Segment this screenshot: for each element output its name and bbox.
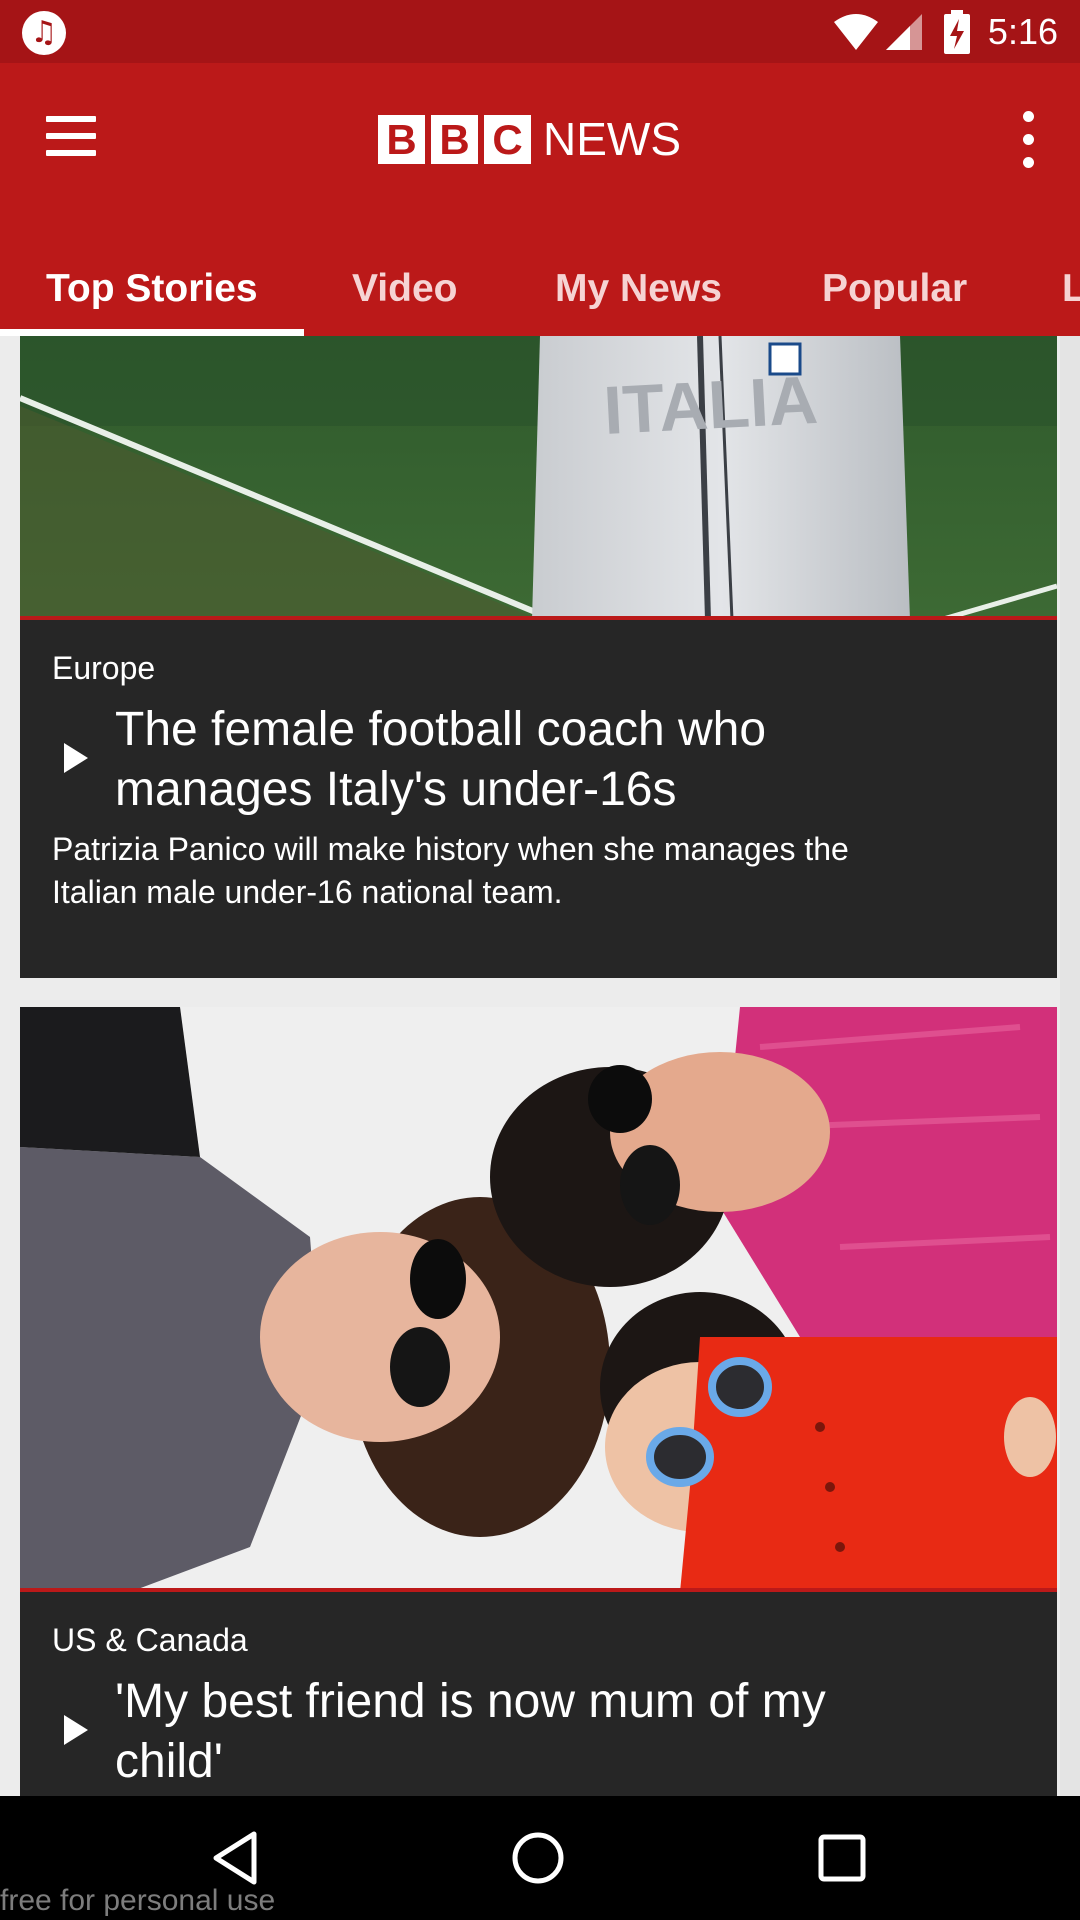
tab-top-stories[interactable]: Top Stories xyxy=(46,249,258,336)
bbc-news-logo: B B C NEWS xyxy=(378,113,681,165)
back-icon[interactable] xyxy=(204,1826,268,1890)
section-tabs: Top Stories Video My News Popular L xyxy=(0,249,1080,336)
play-icon xyxy=(64,743,88,773)
tab-partial[interactable]: L xyxy=(1062,249,1080,336)
battery-charging-icon xyxy=(943,10,970,54)
tab-video[interactable]: Video xyxy=(352,249,457,336)
brand-word: NEWS xyxy=(543,113,681,165)
play-icon xyxy=(64,1715,88,1745)
story-image: ITALIA xyxy=(20,336,1057,620)
hamburger-menu-icon[interactable] xyxy=(40,111,102,167)
signal-icon xyxy=(885,14,922,50)
story-section[interactable]: Europe xyxy=(52,650,155,687)
tab-popular[interactable]: Popular xyxy=(822,249,967,336)
status-bar: ♫ 5:16 xyxy=(0,0,1080,63)
navigation-bar: free for personal use xyxy=(0,1796,1080,1920)
wifi-icon xyxy=(833,14,878,50)
app-bar: B B C NEWS Top Stories Video My News Pop… xyxy=(0,63,1080,336)
story-title[interactable]: 'My best friend is now mum of my child' xyxy=(115,1672,1015,1792)
story-card[interactable]: US & Canada 'My best friend is now mum o… xyxy=(20,1007,1057,1796)
home-icon[interactable] xyxy=(506,1826,570,1890)
story-title[interactable]: The female football coach who manages It… xyxy=(115,700,1015,820)
watermark-text: free for personal use xyxy=(0,1884,276,1917)
story-card[interactable]: ITALIA Europe The female football coach … xyxy=(20,336,1057,978)
music-note-icon: ♫ xyxy=(22,11,66,55)
feed-edge xyxy=(1060,336,1080,1796)
story-section[interactable]: US & Canada xyxy=(52,1622,248,1659)
status-icons: 5:16 xyxy=(832,8,1058,56)
recents-icon[interactable] xyxy=(810,1826,874,1890)
tab-indicator xyxy=(0,329,304,336)
status-time: 5:16 xyxy=(987,11,1058,52)
story-image xyxy=(20,1007,1057,1592)
tab-my-news[interactable]: My News xyxy=(555,249,722,336)
story-summary: Patrizia Panico will make history when s… xyxy=(52,831,849,910)
more-vert-icon[interactable] xyxy=(1004,105,1052,173)
